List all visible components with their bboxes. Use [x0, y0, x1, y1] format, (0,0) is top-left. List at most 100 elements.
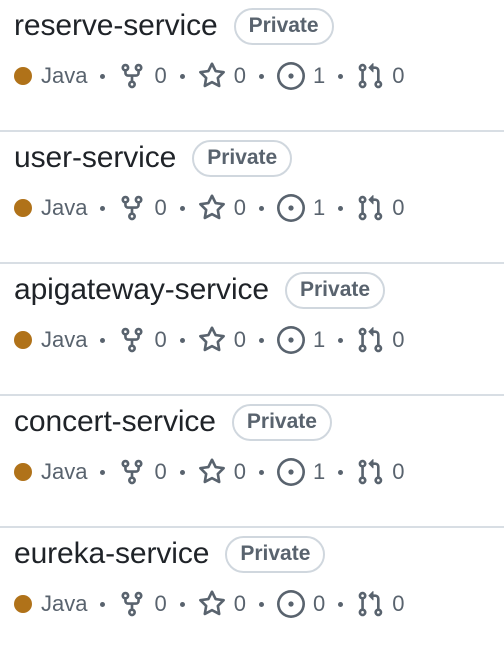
repo-item: eureka-service Private Java 0 0 0 0: [0, 528, 504, 660]
repo-item: user-service Private Java 0 0 1 0: [0, 132, 504, 264]
language-label: Java: [41, 327, 88, 352]
git-pull-request-icon: [358, 195, 383, 221]
separator-dot: [179, 469, 185, 475]
issues-count: 0: [312, 591, 326, 616]
repo-forked-icon: [121, 459, 143, 485]
repo-item: reserve-service Private Java 0 0 1 0: [0, 0, 504, 132]
issues-link[interactable]: 1: [276, 458, 326, 486]
separator-dot: [258, 73, 264, 79]
issues-link[interactable]: 1: [276, 62, 326, 90]
separator-dot: [179, 337, 185, 343]
language-color-dot: [14, 199, 32, 217]
separator-dot: [179, 205, 185, 211]
repo-meta: Java 0 0 1 0: [14, 324, 404, 356]
separator-dot: [258, 205, 264, 211]
language-color-dot: [14, 463, 32, 481]
pulls-count: 0: [392, 327, 405, 352]
issues-link[interactable]: 1: [276, 194, 326, 222]
pulls-link[interactable]: 0: [356, 590, 404, 618]
pulls-count: 0: [392, 195, 405, 220]
separator-dot: [258, 601, 264, 607]
language-color-dot: [14, 67, 32, 85]
repo-meta: Java 0 0 1 0: [14, 60, 404, 92]
repo-forked-icon: [121, 327, 143, 353]
repo-name-link[interactable]: concert-service: [14, 405, 216, 439]
forks-link[interactable]: 0: [118, 194, 167, 222]
pulls-count: 0: [392, 591, 405, 616]
pulls-link[interactable]: 0: [356, 326, 404, 354]
separator-dot: [100, 337, 106, 343]
issues-count: 1: [312, 195, 326, 220]
stars-count: 0: [233, 195, 246, 220]
issues-count: 1: [312, 63, 326, 88]
repo-meta: Java 0 0 0 0: [14, 588, 404, 620]
stars-link[interactable]: 0: [198, 326, 246, 354]
separator-dot: [100, 205, 106, 211]
stars-link[interactable]: 0: [198, 458, 246, 486]
repo-name-link[interactable]: apigateway-service: [14, 273, 269, 307]
repo-name-link[interactable]: user-service: [14, 141, 176, 175]
forks-count: 0: [154, 327, 167, 352]
separator-dot: [100, 601, 106, 607]
visibility-badge: Private: [231, 403, 332, 441]
separator-dot: [179, 601, 185, 607]
language-label: Java: [41, 591, 88, 616]
pulls-link[interactable]: 0: [356, 194, 404, 222]
repo-item: apigateway-service Private Java 0 0 1 0: [0, 264, 504, 396]
star-icon: [198, 458, 225, 484]
stars-count: 0: [233, 459, 246, 484]
repo-list: reserve-service Private Java 0 0 1 0 use…: [0, 0, 504, 660]
repo-name-link[interactable]: reserve-service: [14, 9, 218, 43]
forks-link[interactable]: 0: [118, 590, 167, 618]
separator-dot: [338, 73, 344, 79]
visibility-badge: Private: [225, 535, 326, 573]
forks-link[interactable]: 0: [118, 458, 167, 486]
pulls-link[interactable]: 0: [356, 458, 404, 486]
issues-count: 1: [312, 327, 326, 352]
star-icon: [198, 62, 225, 88]
forks-count: 0: [154, 63, 167, 88]
stars-count: 0: [233, 63, 246, 88]
forks-link[interactable]: 0: [118, 62, 167, 90]
issue-opened-icon: [276, 590, 305, 618]
separator-dot: [338, 601, 344, 607]
separator-dot: [100, 469, 106, 475]
forks-count: 0: [154, 459, 167, 484]
visibility-badge: Private: [192, 139, 293, 177]
issue-opened-icon: [276, 458, 305, 486]
forks-link[interactable]: 0: [118, 326, 167, 354]
stars-link[interactable]: 0: [198, 590, 246, 618]
git-pull-request-icon: [358, 459, 383, 485]
repo-forked-icon: [121, 591, 143, 617]
separator-dot: [338, 337, 344, 343]
issue-opened-icon: [276, 194, 305, 222]
repo-header: user-service Private: [14, 138, 293, 178]
language-label: Java: [41, 459, 88, 484]
repo-header: concert-service Private: [14, 402, 332, 442]
repo-name-link[interactable]: eureka-service: [14, 537, 209, 571]
stars-link[interactable]: 0: [198, 194, 246, 222]
pulls-count: 0: [392, 63, 405, 88]
issue-opened-icon: [276, 62, 305, 90]
repo-header: apigateway-service Private: [14, 270, 386, 310]
issues-link[interactable]: 1: [276, 326, 326, 354]
git-pull-request-icon: [358, 591, 383, 617]
stars-link[interactable]: 0: [198, 62, 246, 90]
repo-header: eureka-service Private: [14, 534, 326, 574]
issues-count: 1: [312, 459, 326, 484]
repo-meta: Java 0 0 1 0: [14, 192, 404, 224]
repo-forked-icon: [121, 63, 143, 89]
separator-dot: [258, 337, 264, 343]
git-pull-request-icon: [358, 327, 383, 353]
pulls-link[interactable]: 0: [356, 62, 404, 90]
repo-header: reserve-service Private: [14, 6, 334, 46]
language-label: Java: [41, 63, 88, 88]
issues-link[interactable]: 0: [276, 590, 326, 618]
visibility-badge: Private: [233, 7, 334, 45]
separator-dot: [338, 205, 344, 211]
star-icon: [198, 326, 225, 352]
stars-count: 0: [233, 591, 246, 616]
visibility-badge: Private: [285, 271, 386, 309]
star-icon: [198, 194, 225, 220]
repo-meta: Java 0 0 1 0: [14, 456, 404, 488]
